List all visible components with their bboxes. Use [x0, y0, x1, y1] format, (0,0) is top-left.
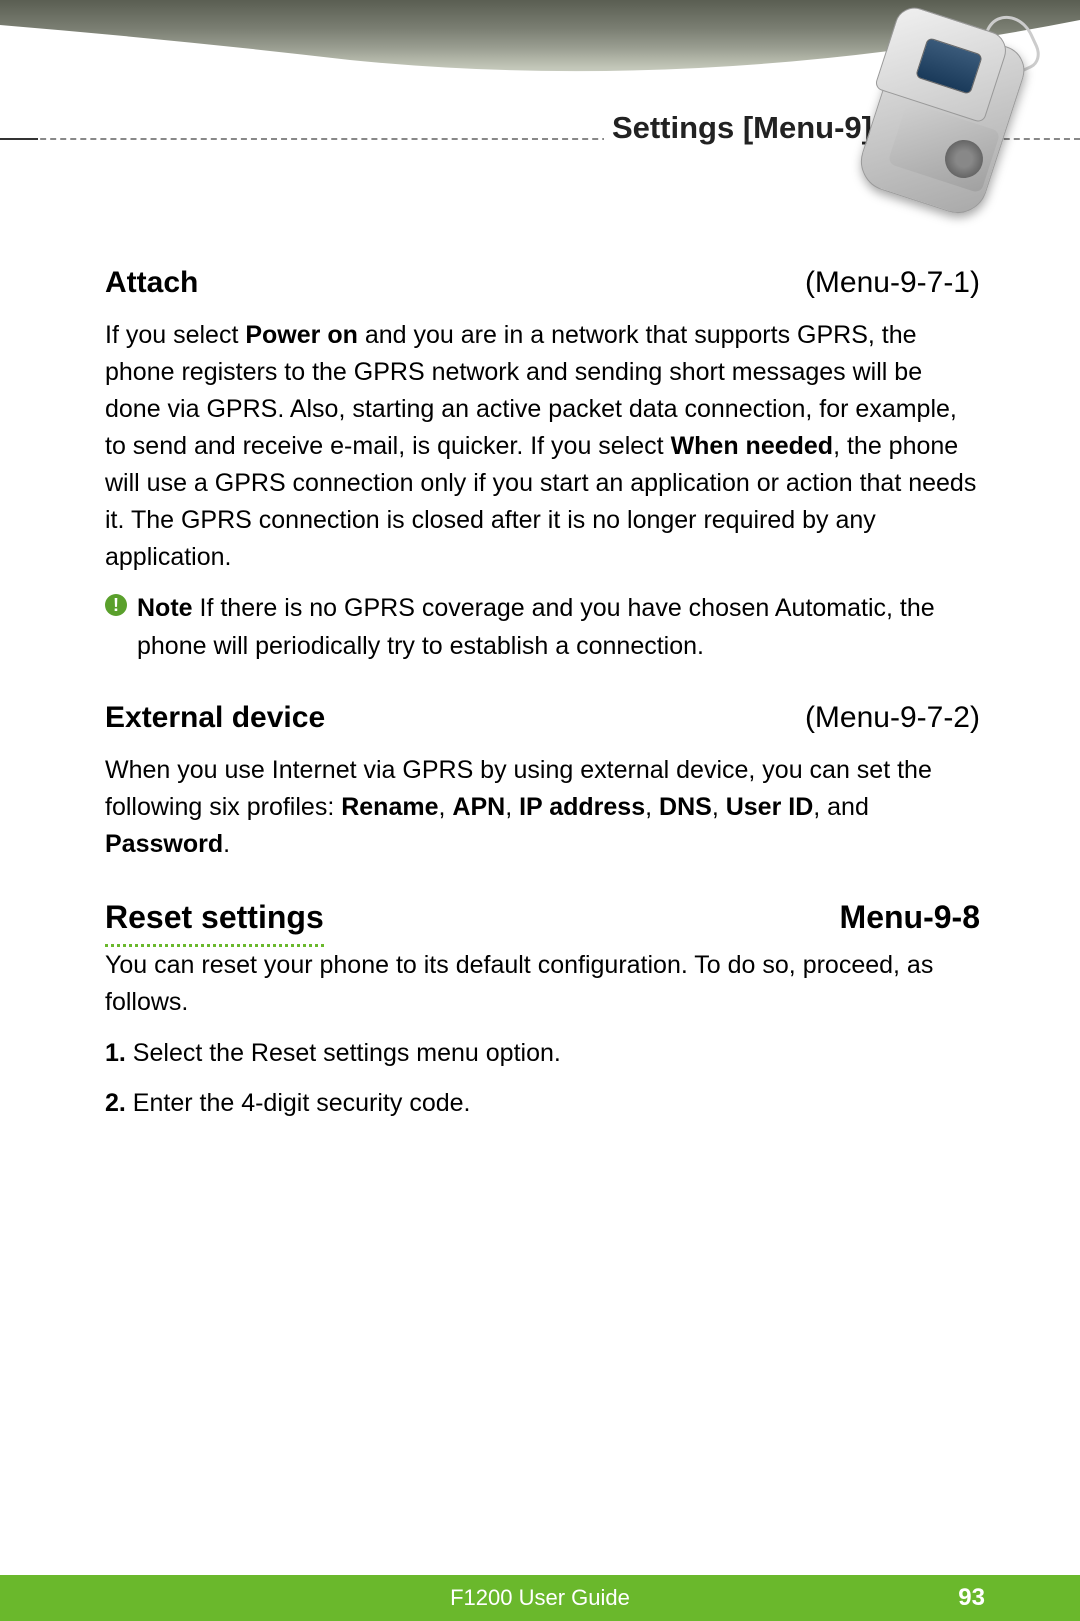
info-icon: !: [105, 594, 127, 616]
note-content: Note If there is no GPRS coverage and yo…: [137, 590, 980, 665]
attach-title: Attach: [105, 260, 198, 305]
reset-body: You can reset your phone to its default …: [105, 947, 980, 1021]
note-block: ! Note If there is no GPRS coverage and …: [105, 590, 980, 665]
section-external-device: External device (Menu-9-7-2) When you us…: [105, 695, 980, 863]
section-attach: Attach (Menu-9-7-1) If you select Power …: [105, 260, 980, 665]
header-solid-line: [0, 138, 38, 140]
section-reset-settings: Reset settings Menu-9-8 You can reset yo…: [105, 893, 980, 1122]
footer-guide-name: F1200 User Guide: [450, 1585, 630, 1611]
external-body: When you use Internet via GPRS by using …: [105, 752, 980, 863]
page-footer: F1200 User Guide 93: [0, 1575, 1080, 1621]
page-number: 93: [958, 1584, 985, 1612]
phone-illustration: [845, 20, 1040, 220]
note-text: If there is no GPRS coverage and you hav…: [137, 594, 935, 660]
external-menu-ref: (Menu-9-7-2): [805, 695, 980, 740]
content-area: Attach (Menu-9-7-1) If you select Power …: [0, 220, 1080, 1172]
reset-step-2: 2. Enter the 4-digit security code.: [105, 1085, 980, 1123]
note-label: Note: [137, 594, 193, 622]
reset-menu-ref: Menu-9-8: [840, 893, 980, 941]
attach-body: If you select Power on and you are in a …: [105, 317, 980, 576]
page-title: Settings [Menu-9]: [604, 110, 880, 146]
attach-menu-ref: (Menu-9-7-1): [805, 260, 980, 305]
reset-step-1: 1. Select the Reset settings menu option…: [105, 1035, 980, 1073]
page-header: Settings [Menu-9]: [0, 0, 1080, 220]
external-title: External device: [105, 695, 325, 740]
reset-title: Reset settings: [105, 893, 324, 943]
